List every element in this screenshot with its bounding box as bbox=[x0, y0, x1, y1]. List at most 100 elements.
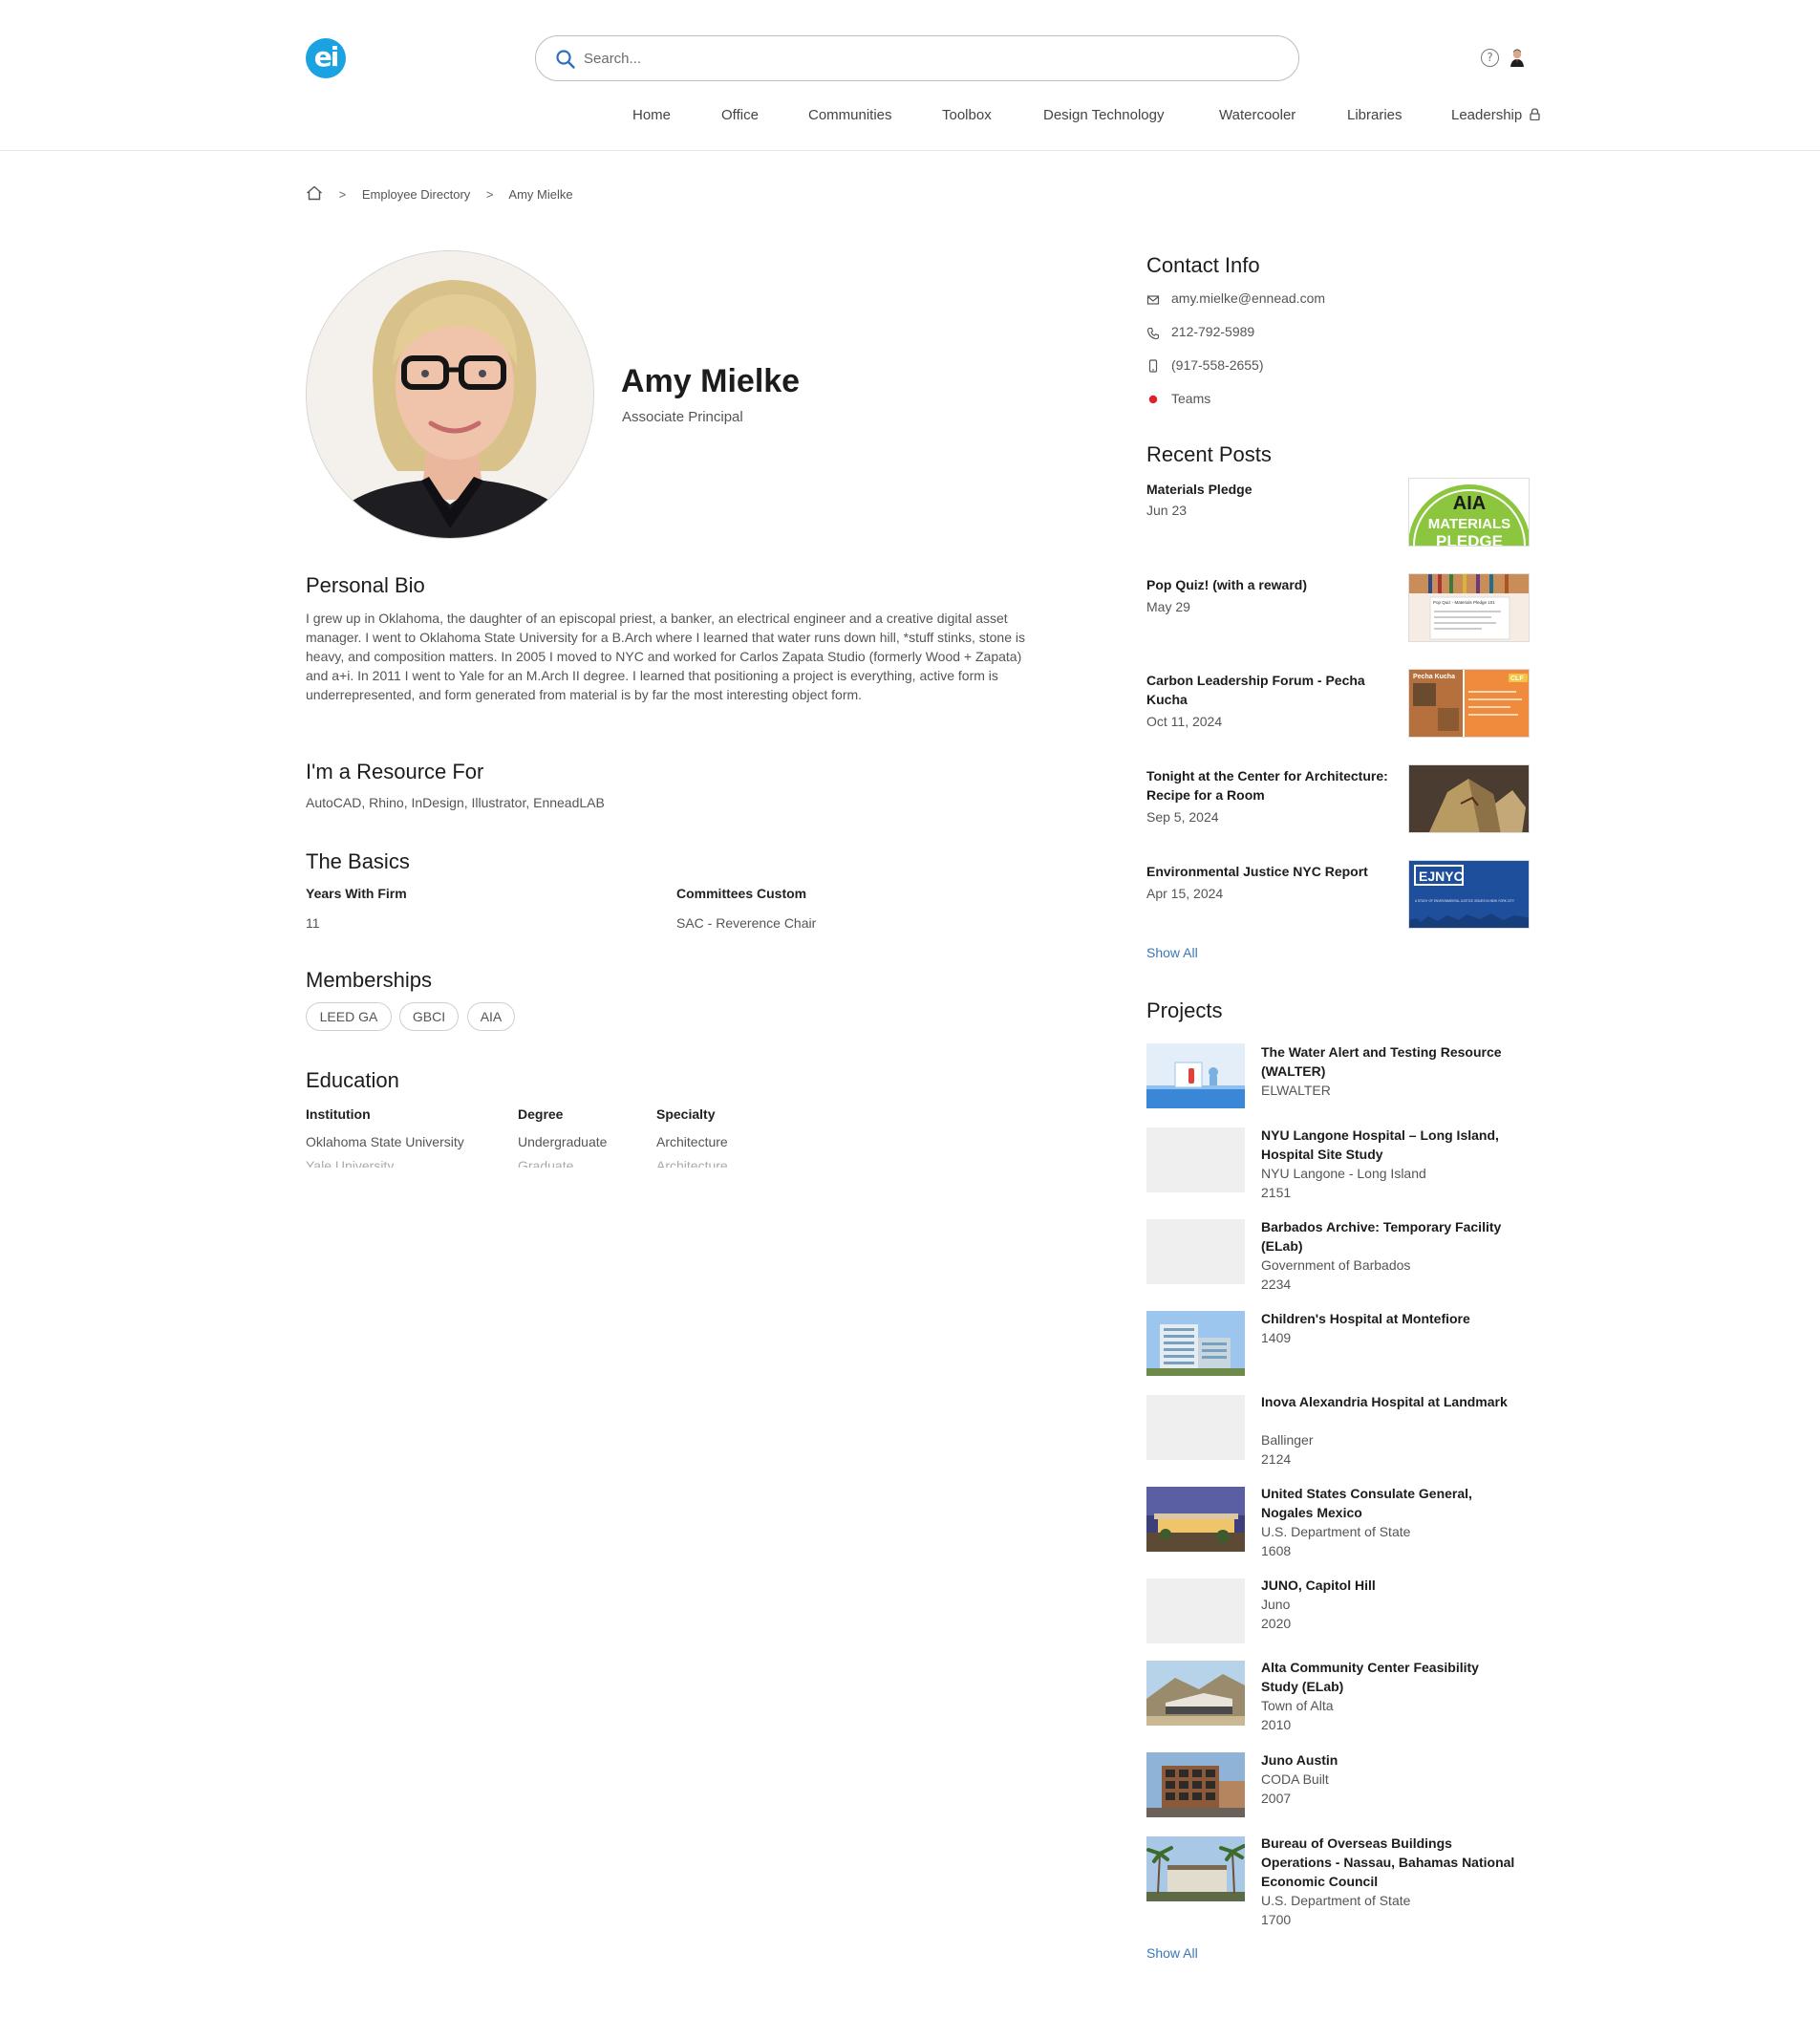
project-title[interactable]: Barbados Archive: Temporary Facility (EL… bbox=[1261, 1217, 1519, 1256]
contact-email[interactable]: amy.mielke@ennead.com bbox=[1171, 290, 1325, 306]
post-date: Apr 15, 2024 bbox=[1146, 886, 1224, 901]
nav-leadership[interactable]: Leadership bbox=[1451, 107, 1541, 126]
post-thumbnail[interactable] bbox=[1408, 764, 1530, 833]
committees-label: Committees Custom bbox=[676, 886, 807, 901]
post-thumbnail[interactable]: Pecha Kucha CLF bbox=[1408, 669, 1530, 738]
project-thumbnail[interactable] bbox=[1146, 1836, 1245, 1901]
breadcrumb-current: Amy Mielke bbox=[508, 187, 573, 202]
project-client: 1409 bbox=[1261, 1330, 1292, 1345]
post-date: Sep 5, 2024 bbox=[1146, 809, 1219, 825]
project-client: NYU Langone - Long Island bbox=[1261, 1166, 1426, 1181]
project-client: Government of Barbados bbox=[1261, 1257, 1411, 1273]
search-input[interactable] bbox=[584, 46, 1272, 71]
project-thumbnail-placeholder[interactable] bbox=[1146, 1127, 1245, 1192]
education-specialty: Architecture bbox=[656, 1134, 728, 1149]
breadcrumb: > Employee Directory > Amy Mielke bbox=[306, 185, 573, 202]
membership-chip[interactable]: AIA bbox=[467, 1002, 515, 1031]
project-thumbnail[interactable] bbox=[1146, 1487, 1245, 1552]
education-institution: Oklahoma State University bbox=[306, 1134, 464, 1149]
project-title[interactable]: The Water Alert and Testing Resource (WA… bbox=[1261, 1042, 1519, 1081]
education-specialty-label: Specialty bbox=[656, 1106, 716, 1122]
education-institution-2: Yale University bbox=[306, 1158, 395, 1168]
recent-posts-show-all-link[interactable]: Show All bbox=[1146, 945, 1198, 960]
project-thumbnail[interactable] bbox=[1146, 1661, 1245, 1726]
nav-watercooler[interactable]: Watercooler bbox=[1219, 107, 1295, 126]
post-thumbnail[interactable]: EJNYC A STUDY OF ENVIRONMENTAL JUSTICE I… bbox=[1408, 860, 1530, 929]
project-number: 2234 bbox=[1261, 1277, 1292, 1292]
lock-icon bbox=[1530, 108, 1541, 120]
project-client: Juno bbox=[1261, 1597, 1291, 1612]
user-avatar-icon[interactable] bbox=[1508, 48, 1527, 67]
search-bar[interactable] bbox=[535, 35, 1299, 81]
breadcrumb-employee-directory[interactable]: Employee Directory bbox=[362, 187, 470, 202]
membership-chip[interactable]: LEED GA bbox=[306, 1002, 392, 1031]
project-thumbnail[interactable] bbox=[1146, 1043, 1245, 1108]
ennead-logo[interactable]: ei bbox=[306, 38, 346, 78]
post-thumbnail[interactable]: AIA MATERIALS PLEDGE bbox=[1408, 478, 1530, 547]
project-thumbnail[interactable] bbox=[1146, 1752, 1245, 1817]
project-thumbnail-placeholder[interactable] bbox=[1146, 1395, 1245, 1460]
post-title[interactable]: Pop Quiz! (with a reward) bbox=[1146, 575, 1404, 594]
education-degree: Undergraduate bbox=[518, 1134, 608, 1149]
contact-phone[interactable]: 212-792-5989 bbox=[1171, 324, 1254, 339]
nav-communities[interactable]: Communities bbox=[808, 107, 892, 126]
project-client: Ballinger bbox=[1261, 1432, 1314, 1448]
education-degree-2: Graduate bbox=[518, 1158, 574, 1168]
profile-title: Associate Principal bbox=[622, 409, 743, 425]
home-icon[interactable] bbox=[306, 185, 323, 201]
education-degree-label: Degree bbox=[518, 1106, 564, 1122]
profile-photo bbox=[306, 250, 594, 539]
post-thumb-text: AIA bbox=[1453, 493, 1486, 514]
project-title[interactable]: United States Consulate General, Nogales… bbox=[1261, 1484, 1519, 1522]
nav-toolbox[interactable]: Toolbox bbox=[942, 107, 992, 126]
project-client: U.S. Department of State bbox=[1261, 1893, 1411, 1908]
years-with-firm-value: 11 bbox=[306, 915, 320, 931]
basics-heading: The Basics bbox=[306, 849, 410, 873]
site-header: ei ? Home Office Communities Toolbox Des… bbox=[0, 0, 1820, 151]
project-title[interactable]: JUNO, Capitol Hill bbox=[1261, 1576, 1519, 1595]
breadcrumb-separator: > bbox=[485, 187, 494, 202]
post-thumb-text: EJNYC bbox=[1419, 869, 1464, 884]
nav-office[interactable]: Office bbox=[721, 107, 759, 126]
education-institution-label: Institution bbox=[306, 1106, 371, 1122]
project-thumbnail-placeholder[interactable] bbox=[1146, 1578, 1245, 1643]
projects-show-all-link[interactable]: Show All bbox=[1146, 1945, 1198, 1961]
nav-design-technology[interactable]: Design Technology bbox=[1043, 107, 1164, 126]
contact-mobile[interactable]: (917-558-2655) bbox=[1171, 357, 1264, 373]
contact-teams[interactable]: Teams bbox=[1171, 391, 1210, 406]
project-thumbnail[interactable] bbox=[1146, 1311, 1245, 1376]
project-title[interactable]: Alta Community Center Feasibility Study … bbox=[1261, 1658, 1519, 1696]
project-number: 1700 bbox=[1261, 1912, 1292, 1927]
project-title[interactable]: Inova Alexandria Hospital at Landmark bbox=[1261, 1392, 1519, 1411]
years-with-firm-label: Years With Firm bbox=[306, 886, 407, 901]
project-title[interactable]: NYU Langone Hospital – Long Island, Hosp… bbox=[1261, 1126, 1519, 1164]
post-title[interactable]: Environmental Justice NYC Report bbox=[1146, 862, 1404, 881]
project-title[interactable]: Children's Hospital at Montefiore bbox=[1261, 1309, 1519, 1328]
mobile-icon bbox=[1148, 359, 1158, 373]
post-thumb-text: A STUDY OF ENVIRONMENTAL JUSTICE ISSUES … bbox=[1415, 899, 1515, 903]
project-thumbnail-placeholder[interactable] bbox=[1146, 1219, 1245, 1284]
contact-heading: Contact Info bbox=[1146, 253, 1260, 277]
email-icon bbox=[1146, 295, 1160, 305]
nav-libraries[interactable]: Libraries bbox=[1347, 107, 1402, 126]
post-date: May 29 bbox=[1146, 599, 1190, 614]
post-title[interactable]: Tonight at the Center for Architecture: … bbox=[1146, 766, 1404, 805]
project-title[interactable]: Juno Austin bbox=[1261, 1750, 1519, 1770]
post-thumbnail[interactable]: Pop Quiz - Materials Pledge 101 bbox=[1408, 573, 1530, 642]
education-heading: Education bbox=[306, 1068, 399, 1092]
membership-chip[interactable]: GBCI bbox=[399, 1002, 459, 1031]
post-title[interactable]: Materials Pledge bbox=[1146, 480, 1404, 499]
post-thumb-text: Pecha Kucha bbox=[1413, 674, 1455, 680]
project-client: Town of Alta bbox=[1261, 1698, 1334, 1713]
help-icon[interactable]: ? bbox=[1481, 49, 1499, 67]
search-icon bbox=[556, 50, 575, 69]
nav-leadership-label: Leadership bbox=[1451, 107, 1523, 123]
bio-heading: Personal Bio bbox=[306, 573, 425, 597]
resource-text: AutoCAD, Rhino, InDesign, Illustrator, E… bbox=[306, 795, 605, 810]
project-number: 2007 bbox=[1261, 1791, 1292, 1806]
nav-home[interactable]: Home bbox=[632, 107, 671, 126]
project-title[interactable]: Bureau of Overseas Buildings Operations … bbox=[1261, 1834, 1519, 1891]
project-client: U.S. Department of State bbox=[1261, 1524, 1411, 1539]
project-client: CODA Built bbox=[1261, 1771, 1329, 1787]
post-title[interactable]: Carbon Leadership Forum - Pecha Kucha bbox=[1146, 671, 1404, 709]
